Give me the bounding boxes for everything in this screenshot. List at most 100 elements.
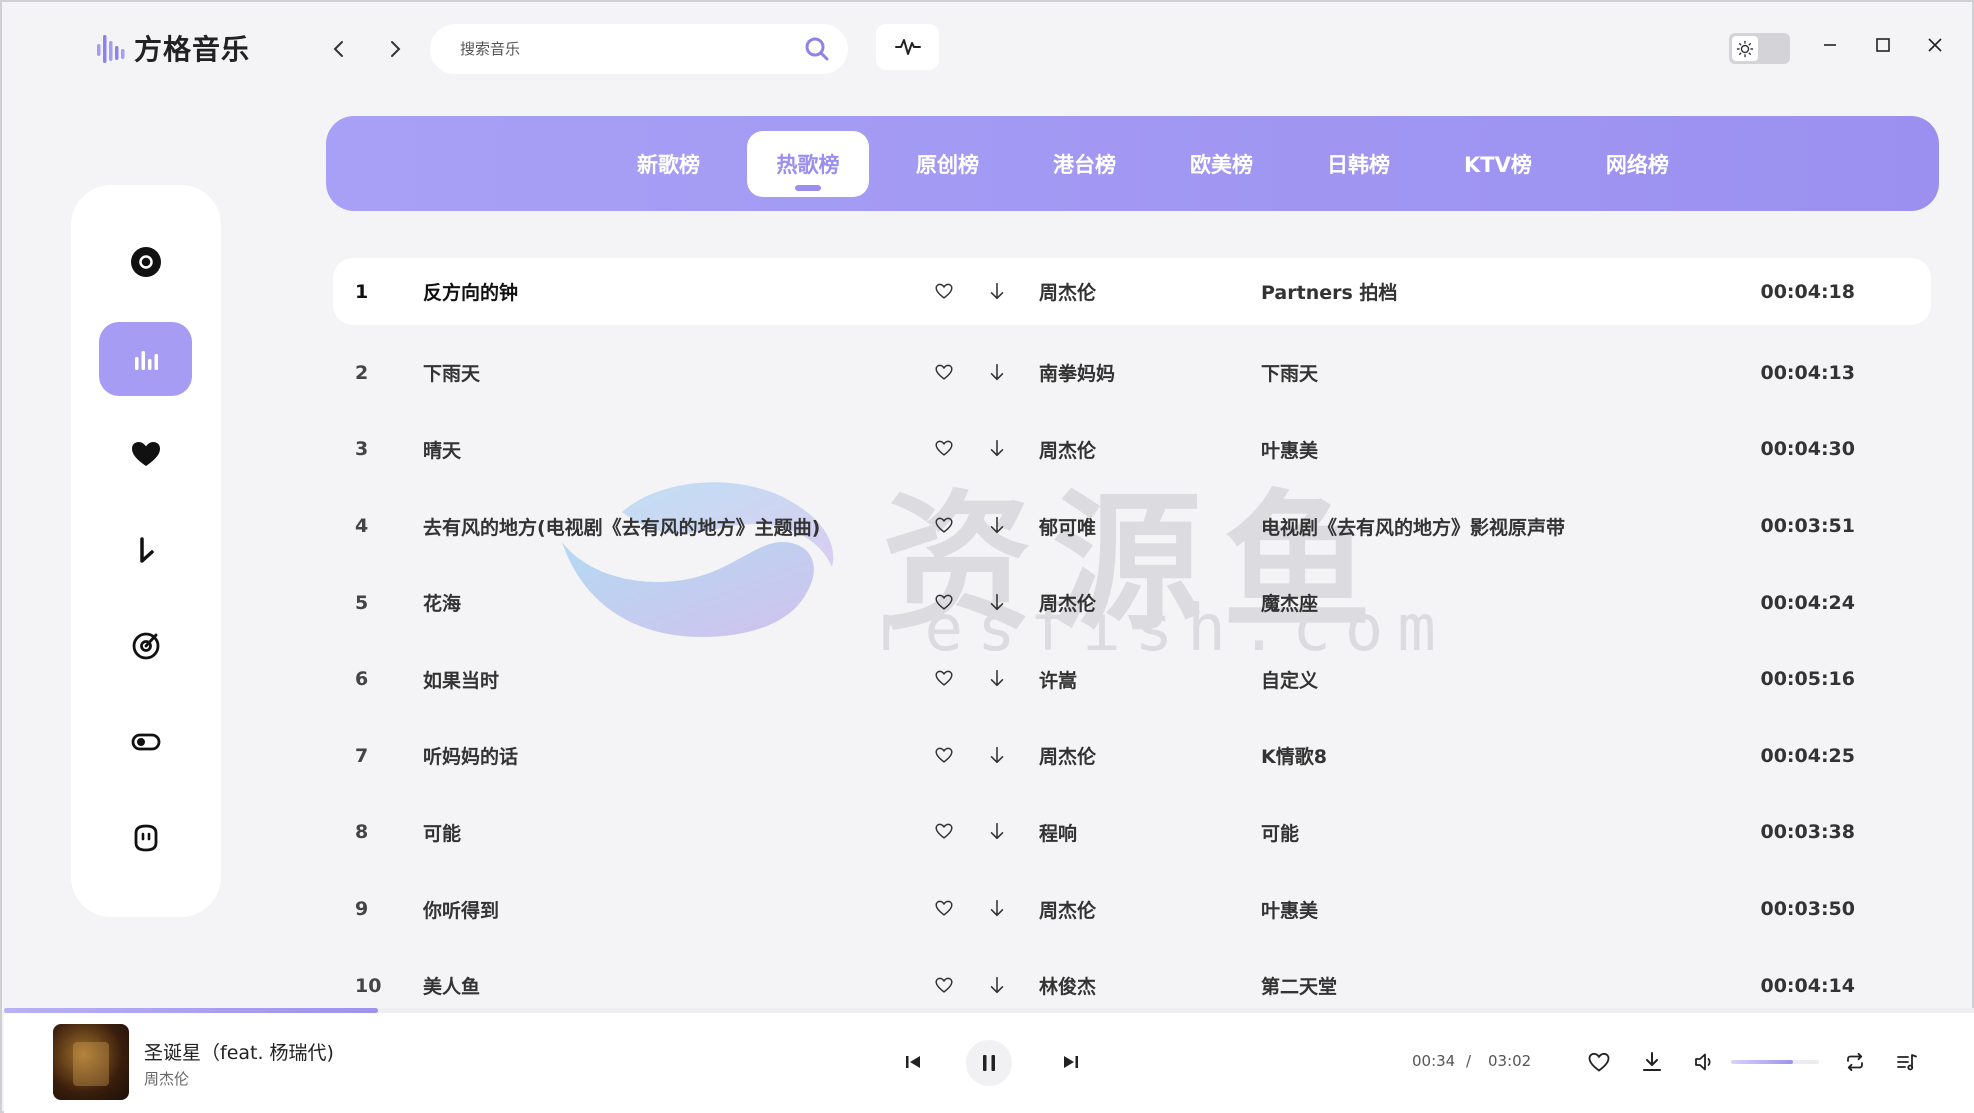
song-artist[interactable]: 周杰伦 (1039, 742, 1096, 769)
like-song-button[interactable] (933, 361, 957, 385)
download-button[interactable] (1638, 1048, 1666, 1076)
download-song-button[interactable] (986, 974, 1010, 998)
like-song-button[interactable] (933, 974, 957, 998)
song-artist[interactable]: 周杰伦 (1039, 436, 1096, 463)
like-song-button[interactable] (933, 514, 957, 538)
song-album[interactable]: 魔杰座 (1261, 589, 1318, 616)
song-rank: 9 (355, 898, 369, 921)
song-artist[interactable]: 南拳妈妈 (1039, 359, 1115, 386)
loop-mode-button[interactable] (1841, 1048, 1869, 1076)
sidebar-item-discover[interactable] (99, 225, 192, 299)
song-title[interactable]: 听妈妈的话 (423, 742, 518, 769)
song-artist[interactable]: 周杰伦 (1039, 896, 1096, 923)
song-title[interactable]: 反方向的钟 (423, 278, 518, 305)
song-row[interactable]: 6 如果当时 许嵩 自定义 00:05:16 (333, 641, 1931, 718)
maximize-button[interactable] (1868, 30, 1898, 60)
song-title[interactable]: 可能 (423, 819, 461, 846)
song-title[interactable]: 美人鱼 (423, 972, 480, 999)
download-song-button[interactable] (986, 437, 1010, 461)
song-album[interactable]: 下雨天 (1261, 359, 1318, 386)
sidebar-item-downloads[interactable] (99, 513, 192, 587)
download-song-button[interactable] (986, 280, 1010, 304)
sidebar-item-settings[interactable] (99, 705, 192, 779)
album-cover[interactable] (53, 1024, 129, 1100)
theme-toggle[interactable] (1729, 33, 1790, 64)
song-row[interactable]: 8 可能 程响 可能 00:03:38 (333, 794, 1931, 871)
playlist-button[interactable] (1893, 1048, 1921, 1076)
like-song-button[interactable] (933, 897, 957, 921)
next-button[interactable] (1055, 1046, 1087, 1078)
progress-bar[interactable] (4, 1008, 1974, 1013)
song-row[interactable]: 7 听妈妈的话 周杰伦 K情歌8 00:04:25 (333, 718, 1931, 795)
search-icon[interactable] (804, 36, 830, 62)
download-song-button[interactable] (986, 361, 1010, 385)
tab-jp-kr[interactable]: 日韩榜 (1300, 131, 1417, 197)
tab-network[interactable]: 网络榜 (1579, 131, 1696, 197)
song-album[interactable]: 可能 (1261, 819, 1299, 846)
volume-button[interactable] (1690, 1048, 1718, 1076)
song-title[interactable]: 晴天 (423, 436, 461, 463)
previous-button[interactable] (897, 1046, 929, 1078)
song-album[interactable]: Partners 拍档 (1261, 278, 1397, 305)
sidebar-item-favorites[interactable] (99, 417, 192, 491)
download-song-button[interactable] (986, 591, 1010, 615)
download-song-button[interactable] (986, 897, 1010, 921)
song-row[interactable]: 2 下雨天 南拳妈妈 下雨天 00:04:13 (333, 335, 1931, 412)
song-row[interactable]: 1 反方向的钟 周杰伦 Partners 拍档 00:04:18 (333, 258, 1931, 325)
tab-new-songs[interactable]: 新歌榜 (610, 131, 727, 197)
song-artist[interactable]: 程响 (1039, 819, 1077, 846)
song-artist[interactable]: 许嵩 (1039, 666, 1077, 693)
tab-western[interactable]: 欧美榜 (1163, 131, 1280, 197)
like-song-button[interactable] (933, 744, 957, 768)
like-song-button[interactable] (933, 820, 957, 844)
sidebar-item-radio[interactable] (99, 609, 192, 683)
song-row[interactable]: 3 晴天 周杰伦 叶惠美 00:04:30 (333, 411, 1931, 488)
back-button[interactable] (322, 32, 356, 66)
song-title[interactable]: 如果当时 (423, 666, 499, 693)
song-duration: 00:04:14 (1760, 974, 1855, 997)
song-artist[interactable]: 郁可唯 (1039, 513, 1096, 540)
download-song-button[interactable] (986, 744, 1010, 768)
like-song-button[interactable] (933, 280, 957, 304)
download-song-button[interactable] (986, 514, 1010, 538)
song-row[interactable]: 5 花海 周杰伦 魔杰座 00:04:24 (333, 564, 1931, 641)
song-row[interactable]: 4 去有风的地方(电视剧《去有风的地方》主题曲) 郁可唯 电视剧《去有风的地方》… (333, 488, 1931, 565)
like-song-button[interactable] (933, 591, 957, 615)
like-song-button[interactable] (933, 667, 957, 691)
download-song-button[interactable] (986, 667, 1010, 691)
song-album[interactable]: 自定义 (1261, 666, 1318, 693)
search-input[interactable] (460, 40, 804, 58)
song-row[interactable]: 9 你听得到 周杰伦 叶惠美 00:03:50 (333, 871, 1931, 948)
like-song-button[interactable] (933, 437, 957, 461)
sidebar-item-about[interactable] (99, 801, 192, 875)
forward-button[interactable] (378, 32, 412, 66)
song-artist[interactable]: 周杰伦 (1039, 278, 1096, 305)
song-album[interactable]: 叶惠美 (1261, 436, 1318, 463)
song-title[interactable]: 去有风的地方(电视剧《去有风的地方》主题曲) (423, 513, 820, 540)
song-artist[interactable]: 林俊杰 (1039, 972, 1096, 999)
sidebar-item-charts[interactable] (99, 322, 192, 396)
player-bar: 圣诞星（feat. 杨瑞代) 周杰伦 00:34 / 03:02 (4, 1008, 1974, 1113)
tab-hot-songs[interactable]: 热歌榜 (747, 130, 869, 197)
volume-fill (1731, 1060, 1793, 1064)
song-title[interactable]: 下雨天 (423, 359, 480, 386)
like-button[interactable] (1585, 1048, 1613, 1076)
song-title[interactable]: 花海 (423, 589, 461, 616)
sun-icon (1732, 36, 1758, 61)
download-song-button[interactable] (986, 820, 1010, 844)
song-title[interactable]: 你听得到 (423, 896, 499, 923)
volume-slider[interactable] (1731, 1060, 1819, 1064)
close-button[interactable] (1920, 30, 1950, 60)
minimize-button[interactable] (1815, 30, 1845, 60)
song-album[interactable]: 电视剧《去有风的地方》影视原声带 (1261, 513, 1565, 540)
song-album[interactable]: 叶惠美 (1261, 896, 1318, 923)
song-album[interactable]: 第二天堂 (1261, 972, 1337, 999)
tab-original[interactable]: 原创榜 (889, 131, 1006, 197)
recognize-button[interactable] (876, 24, 939, 70)
song-album[interactable]: K情歌8 (1261, 742, 1327, 769)
song-artist[interactable]: 周杰伦 (1039, 589, 1096, 616)
pause-button[interactable] (966, 1040, 1012, 1086)
tab-ktv[interactable]: KTV榜 (1437, 131, 1559, 197)
song-duration: 00:04:25 (1760, 744, 1855, 767)
tab-hk-tw[interactable]: 港台榜 (1026, 131, 1143, 197)
